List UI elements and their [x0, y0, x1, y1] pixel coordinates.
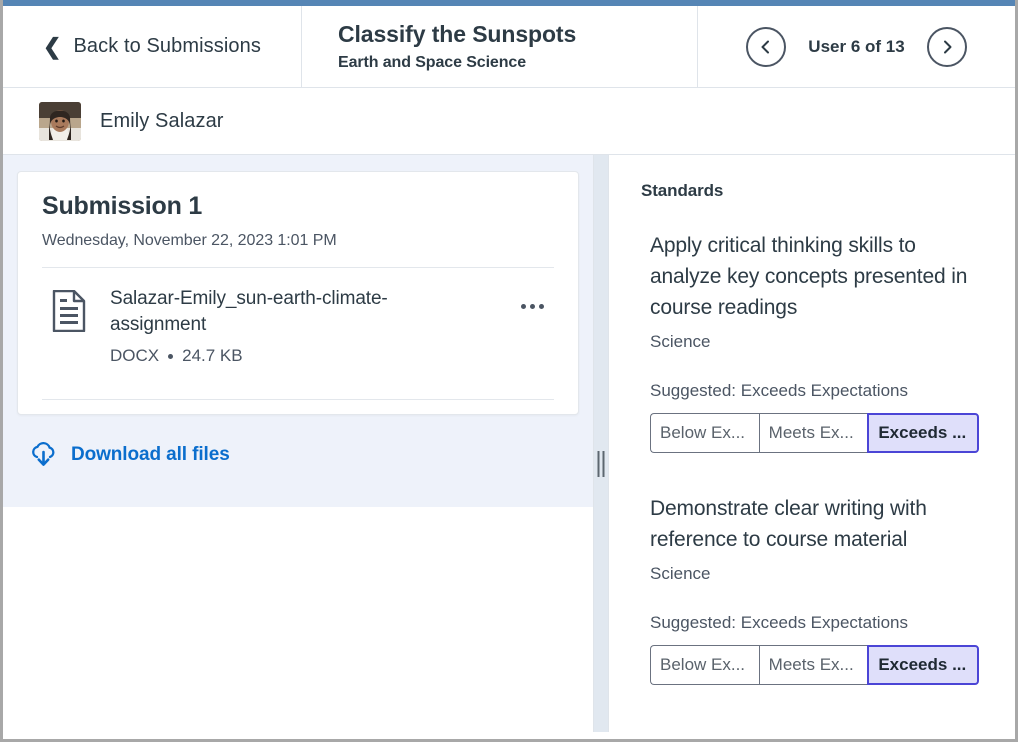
standard-subject: Science: [650, 332, 711, 352]
kebab-dot: [529, 304, 535, 309]
file-meta: Salazar-Emily_sun-earth-climate-assignme…: [96, 286, 510, 366]
separator-dot: [168, 353, 174, 359]
standards-pane: Standards Apply critical thinking skills…: [609, 155, 1015, 732]
avatar[interactable]: [39, 101, 81, 141]
course-name: Earth and Space Science: [338, 53, 527, 71]
rating-button-exceeds[interactable]: Exceeds ...: [867, 645, 980, 686]
standard-suggested-rating: Suggested: Exceeds Expectations: [650, 381, 908, 401]
back-to-submissions-label: Back to Submissions: [73, 35, 261, 57]
student-bar: Emily Salazar: [3, 88, 1015, 155]
standard-item: Apply critical thinking skills to analyz…: [641, 230, 997, 454]
file-type: DOCX: [110, 346, 160, 366]
kebab-dot: [538, 304, 544, 309]
back-to-submissions-button[interactable]: ❮ Back to Submissions: [3, 6, 302, 87]
chevron-right-circle-icon: [943, 40, 952, 53]
standard-subject: Science: [650, 564, 711, 584]
user-count-label: User 6 of 13: [808, 36, 905, 56]
rating-button-group: Below Ex... Meets Ex... Exceeds ...: [650, 645, 980, 686]
file-options-button[interactable]: [510, 286, 554, 309]
rating-button-meets[interactable]: Meets Ex...: [758, 413, 868, 454]
standard-description: Apply critical thinking skills to analyz…: [650, 234, 968, 320]
standard-item: Demonstrate clear writing with reference…: [641, 493, 997, 686]
avatar-photo-icon: [39, 101, 81, 141]
file-name[interactable]: Salazar-Emily_sun-earth-climate-assignme…: [110, 286, 445, 338]
rating-button-meets[interactable]: Meets Ex...: [758, 645, 868, 686]
file-size: 24.7 KB: [182, 346, 243, 366]
submission-title: Submission 1: [42, 192, 203, 220]
document-icon: [42, 286, 96, 332]
submission-file-row[interactable]: Salazar-Emily_sun-earth-climate-assignme…: [42, 268, 554, 382]
standard-suggested-rating: Suggested: Exceeds Expectations: [650, 613, 908, 633]
chevron-left-circle-icon: [761, 40, 770, 53]
app-header: ❮ Back to Submissions Classify the Sunsp…: [3, 6, 1015, 88]
standards-heading: Standards: [641, 181, 724, 200]
download-all-files-label: Download all files: [71, 443, 230, 465]
student-navigation: User 6 of 13: [698, 6, 1015, 87]
previous-student-button[interactable]: [746, 26, 787, 67]
file-details: DOCX 24.7 KB: [110, 346, 510, 366]
student-name: Emily Salazar: [100, 109, 224, 132]
kebab-dot: [520, 304, 526, 309]
rating-button-group: Below Ex... Meets Ex... Exceeds ...: [650, 413, 980, 454]
cloud-download-icon: [32, 442, 55, 467]
standard-description: Demonstrate clear writing with reference…: [650, 497, 927, 552]
rating-button-exceeds[interactable]: Exceeds ...: [867, 413, 980, 454]
resizer-grip-icon: [597, 451, 605, 477]
assignment-info: Classify the Sunspots Earth and Space Sc…: [302, 6, 698, 87]
page-title: Classify the Sunspots: [338, 21, 577, 48]
download-all-files-button[interactable]: Download all files: [17, 442, 579, 467]
submission-card: Submission 1 Wednesday, November 22, 202…: [17, 171, 579, 416]
rating-button-below[interactable]: Below Ex...: [650, 413, 759, 454]
submission-pane: Submission 1 Wednesday, November 22, 202…: [3, 155, 593, 732]
next-student-button[interactable]: [926, 26, 967, 67]
content-area: Submission 1 Wednesday, November 22, 202…: [3, 155, 1015, 732]
submission-pane-inner: Submission 1 Wednesday, November 22, 202…: [3, 155, 593, 507]
chevron-left-icon: ❮: [43, 33, 62, 59]
grading-window: ❮ Back to Submissions Classify the Sunsp…: [0, 0, 1018, 742]
rating-button-below[interactable]: Below Ex...: [650, 645, 759, 686]
pane-resizer[interactable]: [593, 155, 609, 732]
submission-timestamp: Wednesday, November 22, 2023 1:01 PM: [42, 232, 337, 249]
